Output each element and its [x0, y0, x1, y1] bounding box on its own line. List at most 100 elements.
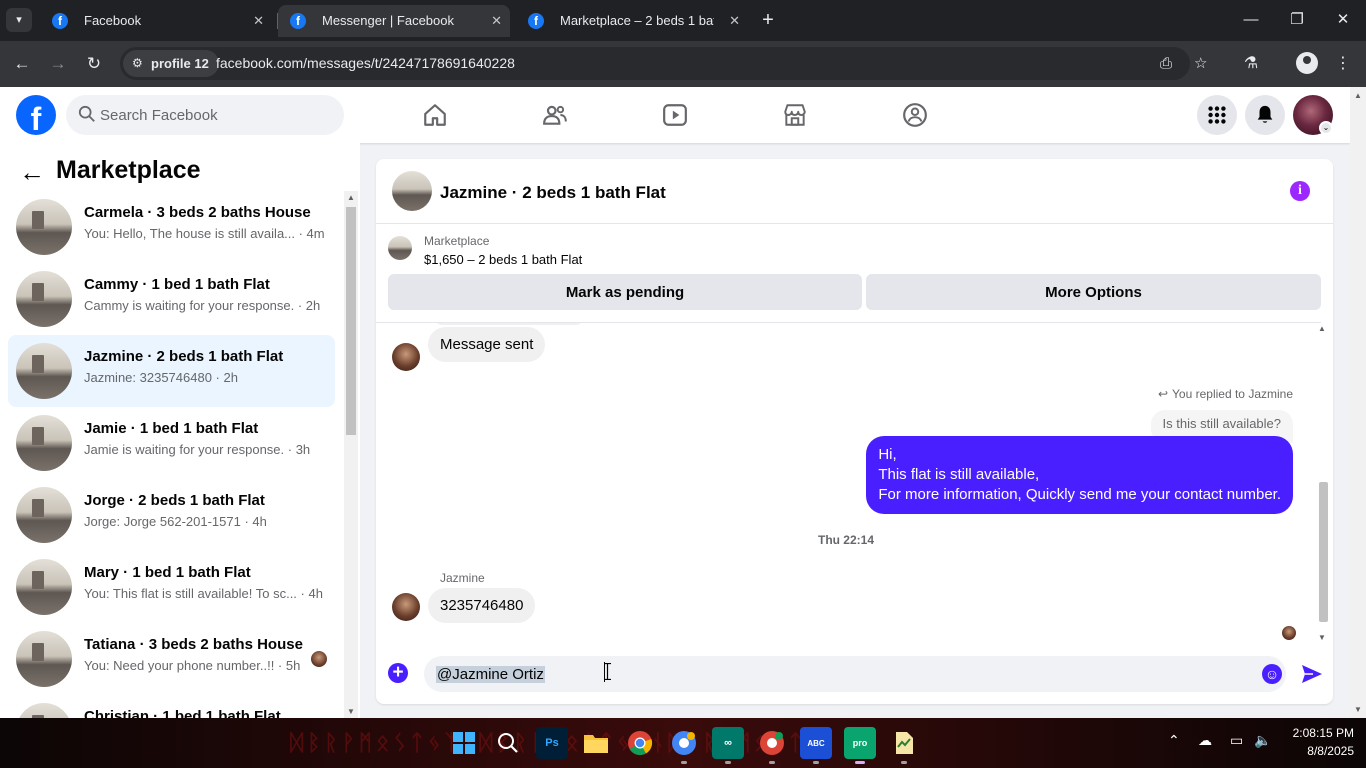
conversation-item[interactable]: Mary · 1 bed 1 bath Flat You: This flat …	[8, 551, 335, 623]
sender-name: Jazmine	[440, 571, 485, 585]
address-bar[interactable]: ⚙ profile 12 facebook.com/messages/t/242…	[120, 47, 1207, 80]
back-button[interactable]: ←	[9, 51, 35, 77]
message-composer: + @Jazmine Ortiz ☺	[376, 652, 1333, 696]
profile-app-icon[interactable]: pro	[844, 727, 876, 764]
facebook-search[interactable]	[66, 95, 344, 135]
facebook-favicon-icon: f	[528, 13, 544, 29]
conversation-item[interactable]: Christian · 1 bed 1 bath Flat	[8, 695, 335, 718]
scrollbar-thumb[interactable]	[1319, 482, 1328, 622]
close-tab-icon[interactable]: ✕	[491, 5, 502, 37]
scroll-up-arrow-icon[interactable]: ▲	[1318, 324, 1326, 333]
close-window-button[interactable]: ✕	[1320, 0, 1366, 41]
send-icon[interactable]	[1300, 662, 1324, 686]
labs-flask-icon[interactable]: ⚗	[1238, 51, 1264, 77]
restore-window-button[interactable]: ❐	[1274, 0, 1320, 41]
conversation-item[interactable]: Jamie · 1 bed 1 bath Flat Jamie is waiti…	[8, 407, 335, 479]
plus-icon[interactable]: +	[388, 663, 408, 683]
nav-video[interactable]	[620, 87, 730, 143]
scrollbar-thumb[interactable]	[346, 207, 356, 435]
volume-icon[interactable]: 🔈	[1254, 732, 1271, 749]
scroll-down-arrow-icon[interactable]: ▼	[347, 707, 355, 716]
browser-profile-avatar-icon[interactable]	[1296, 52, 1318, 74]
network-icon[interactable]: ▭	[1230, 732, 1243, 749]
taskbar-search-icon[interactable]	[492, 727, 524, 759]
read-receipt-avatar	[1282, 626, 1296, 640]
browser-tab-facebook[interactable]: f Facebook ✕	[40, 5, 272, 37]
close-tab-icon[interactable]: ✕	[729, 5, 740, 37]
minimize-window-button[interactable]: —	[1228, 0, 1274, 41]
nav-groups[interactable]	[860, 87, 970, 143]
document-app-icon[interactable]	[888, 727, 920, 764]
chat-panel: Jazmine · 2 beds 1 bath Flat i Marketpla…	[376, 159, 1333, 704]
url-text[interactable]: facebook.com/messages/t/2424717869164022…	[216, 47, 515, 80]
conversation-item[interactable]: Cammy · 1 bed 1 bath Flat Cammy is waiti…	[8, 263, 335, 335]
file-explorer-icon[interactable]	[580, 727, 612, 759]
profile-chip[interactable]: ⚙ profile 12	[123, 50, 219, 77]
browser-tab-marketplace[interactable]: f Marketplace – 2 beds 1 bath Fla ✕	[516, 5, 748, 37]
conversation-name: Jazmine · 2 beds 1 bath Flat	[84, 348, 284, 365]
conversation-name: Mary · 1 bed 1 bath Flat	[84, 564, 251, 581]
message-bubble-incoming: Message sent	[428, 327, 546, 362]
windows-start-icon[interactable]	[448, 727, 480, 759]
listing-source: Marketplace	[424, 234, 490, 248]
message-bubble-outgoing: Hi, This flat is still available, For mo…	[866, 436, 1293, 514]
close-tab-icon[interactable]: ✕	[253, 5, 264, 37]
facebook-favicon-icon: f	[290, 13, 306, 29]
search-icon	[498, 733, 518, 753]
conversation-preview: Cammy is waiting for your response. · 2h	[84, 298, 321, 313]
scroll-up-arrow-icon[interactable]: ▲	[1354, 91, 1362, 100]
marketplace-icon	[784, 104, 806, 126]
message-input[interactable]: @Jazmine Ortiz	[424, 656, 1286, 692]
conversation-name: Cammy · 1 bed 1 bath Flat	[84, 276, 270, 293]
mark-as-pending-button[interactable]: Mark as pending	[388, 274, 862, 310]
chevron-down-icon[interactable]: ⌄	[1319, 121, 1333, 135]
notifications-button[interactable]	[1245, 95, 1285, 135]
install-app-icon[interactable]: ⎙	[1160, 47, 1172, 80]
reload-button[interactable]: ↻	[81, 51, 107, 77]
nav-marketplace[interactable]	[740, 87, 850, 143]
chat-listing-avatar[interactable]	[392, 171, 432, 211]
conversation-item[interactable]: Tatiana · 3 beds 2 baths House You: Need…	[8, 623, 335, 695]
chrome-profile-icon[interactable]	[756, 727, 788, 764]
search-input[interactable]	[100, 95, 330, 135]
listing-price[interactable]: $1,650 – 2 beds 1 bath Flat	[424, 252, 582, 267]
bookmark-star-icon[interactable]: ☆	[1194, 47, 1207, 80]
chrome-profile-icon[interactable]	[668, 727, 700, 764]
conversation-item-active[interactable]: Jazmine · 2 beds 1 bath Flat Jazmine: 32…	[8, 335, 335, 407]
chrome-icon[interactable]	[624, 727, 656, 759]
forward-button[interactable]: →	[45, 51, 71, 77]
browser-menu-icon[interactable]: ⋮	[1330, 51, 1356, 77]
scroll-up-arrow-icon[interactable]: ▲	[347, 193, 355, 202]
sidebar-scrollbar[interactable]: ▲ ▼	[344, 191, 358, 718]
thread-scrollbar[interactable]: ▲ ▼	[1316, 322, 1330, 644]
tray-chevron-up-icon[interactable]: ⌃	[1168, 732, 1180, 749]
blue-app-icon[interactable]: ABC	[800, 727, 832, 764]
taskbar-wallpaper-pattern: ᛞᛒᚱᚹᛗᛟᛊᛏᛃᛉᚾᛞᛒᚱᚹᛗᛟᛊᛏᛃᛉᚾᛞᛒᚱᚹᛗᛟᛊᛏ	[290, 722, 1120, 764]
chat-title[interactable]: Jazmine · 2 beds 1 bath Flat	[440, 183, 666, 203]
browser-tab-messenger[interactable]: f Messenger | Facebook ✕	[278, 5, 510, 37]
facebook-logo-icon[interactable]: f	[16, 95, 56, 135]
taskbar-clock[interactable]: 2:08:15 PM 8/8/2025	[1284, 724, 1354, 760]
nav-home[interactable]	[380, 87, 490, 143]
page-scrollbar[interactable]: ▲ ▼	[1350, 87, 1366, 718]
infinity-app-icon[interactable]: ∞	[712, 727, 744, 764]
new-tab-button[interactable]: +	[757, 8, 779, 32]
more-options-button[interactable]: More Options	[866, 274, 1321, 310]
conversation-item[interactable]: Carmela · 3 beds 2 baths House You: Hell…	[8, 191, 335, 263]
nav-friends[interactable]	[500, 87, 610, 143]
menu-button[interactable]	[1197, 95, 1237, 135]
scroll-down-arrow-icon[interactable]: ▼	[1354, 705, 1362, 714]
photoshop-icon[interactable]: Ps	[536, 727, 568, 759]
contact-avatar[interactable]	[392, 343, 420, 371]
conversation-name: Jamie · 1 bed 1 bath Flat	[84, 420, 259, 437]
message-line: For more information, Quickly send me yo…	[878, 486, 1281, 503]
emoji-icon[interactable]: ☺	[1262, 664, 1282, 684]
info-icon[interactable]: i	[1290, 181, 1310, 201]
conversation-item[interactable]: Jorge · 2 beds 1 bath Flat Jorge: Jorge …	[8, 479, 335, 551]
scroll-down-arrow-icon[interactable]: ▼	[1318, 633, 1326, 642]
listing-thumbnail[interactable]	[388, 236, 412, 260]
onedrive-icon[interactable]: ☁	[1198, 732, 1212, 749]
contact-avatar[interactable]	[392, 593, 420, 621]
back-arrow-icon[interactable]: ←	[16, 157, 48, 189]
tab-search-icon[interactable]: ▾	[6, 8, 32, 32]
